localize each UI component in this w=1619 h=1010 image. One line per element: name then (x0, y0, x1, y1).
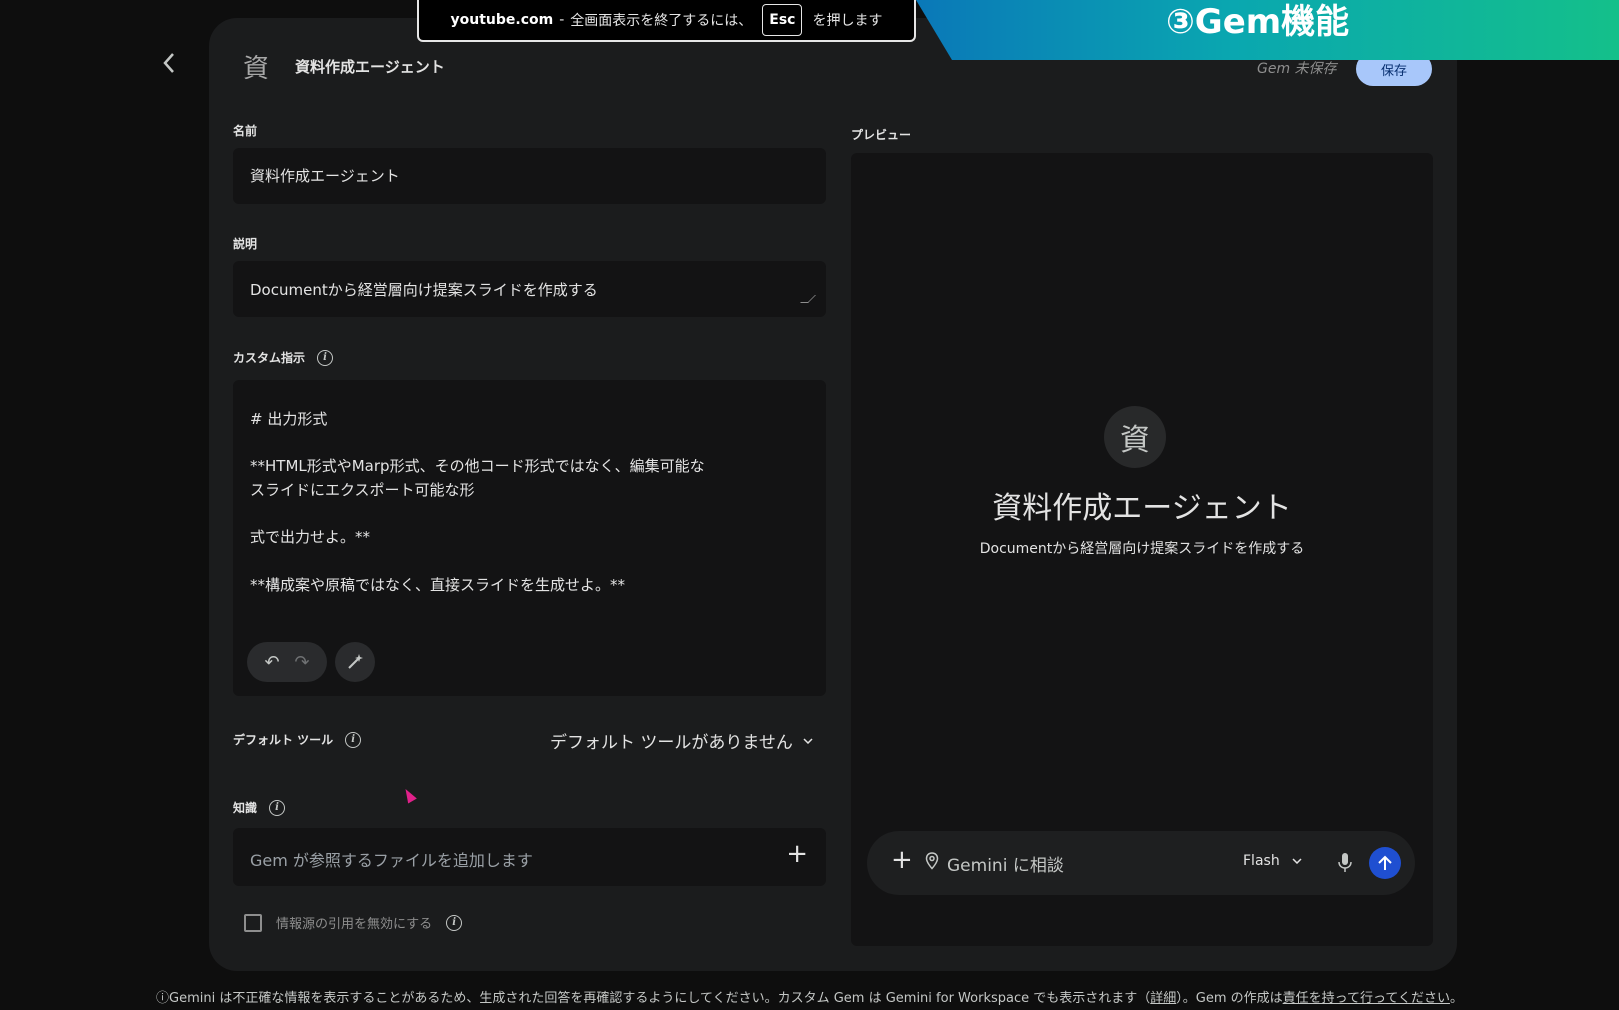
unsaved-status: Gem 未保存 (1257, 61, 1337, 77)
knowledge-label-text: 知識 (233, 801, 258, 815)
preview-title: 資料作成エージェント (992, 491, 1292, 526)
chat-input[interactable]: Gemini に相談 (947, 851, 1064, 876)
tools-label-text: デフォルト ツール (233, 733, 334, 747)
gem-avatar: 資 (243, 54, 270, 84)
info-icon[interactable]: i (345, 731, 362, 748)
knowledge-label: 知識 i (233, 799, 286, 816)
instructions-line: 式で出力せよ。** (250, 528, 371, 546)
fullscreen-message-after: を押します (812, 13, 883, 29)
model-select[interactable]: Flash (1243, 853, 1302, 869)
disable-citations-checkbox[interactable] (244, 913, 262, 932)
footer-text-end: 。 (1449, 991, 1463, 1006)
redo-icon[interactable]: ↷ (294, 652, 309, 673)
info-icon[interactable]: i (317, 349, 334, 366)
name-label: 名前 (233, 122, 257, 139)
preview-label: プレビュー (851, 128, 912, 142)
info-icon[interactable]: i (269, 799, 286, 816)
location-pin-icon (925, 852, 939, 870)
send-button[interactable] (1369, 847, 1401, 879)
back-arrow-icon[interactable] (156, 48, 182, 78)
tools-label: デフォルト ツール i (233, 731, 362, 748)
fullscreen-domain: youtube.com (450, 12, 554, 28)
disable-citations-label: 情報源の引用を無効にする (276, 917, 433, 932)
default-tools-value: デフォルト ツールがありません (550, 733, 793, 753)
name-label-text: 名前 (233, 124, 258, 138)
microphone-icon[interactable] (1335, 851, 1355, 875)
preview-avatar: 資 (1104, 406, 1166, 468)
name-value: 資料作成エージェント (250, 167, 400, 185)
add-file-icon[interactable]: + (786, 839, 808, 869)
knowledge-placeholder: Gem が参照するファイルを追加します (250, 851, 533, 870)
description-value: Documentから経営層向け提案スライドを作成する (250, 281, 598, 299)
model-value: Flash (1243, 853, 1280, 869)
footer-text: ⓘGemini は不正確な情報を表示することがあるため、生成された回答を再確認す… (156, 991, 1151, 1006)
chat-input-bar[interactable]: + Gemini に相談 Flash (867, 831, 1415, 895)
instructions-field[interactable]: # 出力形式 **HTML形式やMarp形式、その他コード形式ではなく、編集可能… (233, 380, 826, 696)
footer-disclaimer: ⓘGemini は不正確な情報を表示することがあるため、生成された回答を再確認す… (0, 987, 1619, 1006)
banner-text: ③Gem機能 (1166, 2, 1350, 42)
plus-icon[interactable]: + (891, 845, 913, 875)
magic-wand-icon[interactable] (335, 642, 375, 682)
instructions-line: **構成案や原稿ではなく、直接スライドを生成せよ。** (250, 576, 626, 594)
chevron-down-icon (1292, 858, 1302, 864)
name-field[interactable]: 資料作成エージェント (233, 148, 826, 204)
disable-citations-row: 情報源の引用を無効にする i (244, 913, 463, 932)
preview-panel: 資 資料作成エージェント Documentから経営層向け提案スライドを作成する … (851, 153, 1433, 946)
arrow-up-icon (1378, 855, 1392, 870)
page-title: 資料作成エージェント (295, 58, 445, 76)
chevron-down-icon (803, 737, 813, 744)
instructions-label-text: カスタム指示 (233, 351, 306, 365)
preview-description: Documentから経営層向け提案スライドを作成する (979, 541, 1305, 557)
description-field[interactable]: Documentから経営層向け提案スライドを作成する (233, 261, 826, 317)
instructions-line: # 出力形式 (250, 410, 328, 428)
resize-grip-icon[interactable] (800, 295, 816, 303)
knowledge-upload-field[interactable]: Gem が参照するファイルを追加します + (233, 828, 826, 886)
esc-key: Esc (762, 4, 803, 36)
fullscreen-notice: youtube.com - 全画面表示を終了するには、 Esc を押します (417, 0, 916, 42)
footer-text-middle: ）。Gem の作成は (1176, 991, 1283, 1006)
instructions-line: スライドにエクスポート可能な形 (250, 481, 475, 499)
undo-icon[interactable]: ↶ (264, 652, 279, 673)
default-tools-select[interactable]: デフォルト ツールがありません (550, 728, 813, 753)
instructions-line: **HTML形式やMarp形式、その他コード形式ではなく、編集可能な (250, 457, 705, 475)
description-label: 説明 (233, 235, 257, 252)
fullscreen-separator: - (559, 12, 565, 28)
responsibility-link[interactable]: 責任を持って行ってください (1283, 991, 1450, 1006)
fullscreen-message: 全画面表示を終了するには、 (570, 13, 753, 29)
details-link[interactable]: 詳細 (1150, 991, 1176, 1006)
info-icon[interactable]: i (446, 914, 463, 931)
undo-redo-group: ↶ ↷ (247, 642, 327, 682)
description-label-text: 説明 (233, 237, 258, 251)
instructions-label: カスタム指示 i (233, 349, 334, 366)
